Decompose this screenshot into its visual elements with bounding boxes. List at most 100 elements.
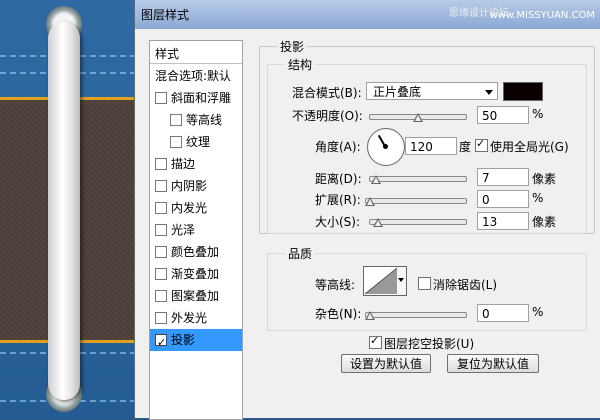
sidebar-item-label: 渐变叠加 xyxy=(171,267,220,281)
sidebar-item-checkbox[interactable] xyxy=(155,246,167,258)
blend-mode-select[interactable]: 正片叠底 xyxy=(366,82,498,100)
sidebar-item-label: 斜面和浮雕 xyxy=(171,91,232,105)
sidebar-item[interactable]: 纹理 xyxy=(150,131,242,153)
sidebar-item-checkbox[interactable] xyxy=(155,92,167,104)
distance-slider-thumb[interactable] xyxy=(371,175,381,184)
distance-label: 距离(D): xyxy=(315,172,362,186)
size-unit: 像素 xyxy=(532,215,557,229)
sidebar-item[interactable]: 颜色叠加 xyxy=(150,241,242,263)
global-light-checkbox[interactable]: ✓ xyxy=(475,137,488,152)
sidebar-item[interactable]: ✓ 投影 xyxy=(150,329,242,351)
sidebar-header-label: 样式 xyxy=(155,47,180,61)
blend-mode-label: 混合模式(B): xyxy=(292,86,362,100)
angle-dial[interactable] xyxy=(367,128,405,166)
contour-curve-icon xyxy=(364,267,398,295)
sidebar-item-label: 内阴影 xyxy=(171,179,208,193)
sidebar-item-checkbox[interactable] xyxy=(155,290,167,302)
contour-picker[interactable] xyxy=(363,266,399,296)
sidebar-item[interactable]: 内阴影 xyxy=(150,175,242,197)
contour-dropdown-button[interactable] xyxy=(397,266,407,296)
spread-input[interactable]: 0 xyxy=(477,190,529,208)
sidebar-item-label: 图案叠加 xyxy=(171,289,220,303)
sidebar-item-label: 纹理 xyxy=(186,135,211,149)
reset-default-button[interactable]: 复位为默认值 xyxy=(447,354,539,373)
size-slider-thumb[interactable] xyxy=(373,218,383,227)
sidebar-item-checkbox[interactable] xyxy=(155,158,167,170)
sidebar-item[interactable]: 内发光 xyxy=(150,197,242,219)
sidebar-item-label: 颜色叠加 xyxy=(171,245,220,259)
sidebar-item[interactable]: 等高线 xyxy=(150,109,242,131)
opacity-input[interactable]: 50 xyxy=(477,106,529,124)
make-default-button[interactable]: 设置为默认值 xyxy=(341,354,431,373)
layer-style-dialog: 图层样式 思缘设计论坛 www.MISSYUAN.COM 样式 混合选项:默认斜… xyxy=(134,0,600,420)
sidebar-item-checkbox[interactable] xyxy=(155,202,167,214)
antialias-label: 消除锯齿(L) xyxy=(433,278,498,292)
slider-track xyxy=(365,312,467,318)
quality-title: 品质 xyxy=(285,245,316,262)
canvas-artwork xyxy=(0,0,136,418)
sidebar-item-label: 光泽 xyxy=(171,223,196,237)
slider-track xyxy=(365,198,467,204)
structure-title: 结构 xyxy=(285,56,316,73)
angle-input[interactable]: 120 xyxy=(405,137,457,155)
knockout-checkbox[interactable]: ✓ xyxy=(369,334,382,349)
opacity-slider-thumb[interactable] xyxy=(413,113,423,122)
noise-slider[interactable] xyxy=(365,309,467,321)
sidebar-item-checkbox[interactable] xyxy=(155,180,167,192)
noise-input[interactable]: 0 xyxy=(477,304,529,322)
distance-slider[interactable] xyxy=(369,173,467,185)
shadow-color-swatch[interactable] xyxy=(503,82,543,101)
sidebar-item[interactable]: 光泽 xyxy=(150,219,242,241)
knockout-label: 图层挖空投影(U) xyxy=(384,337,475,351)
angle-label: 角度(A): xyxy=(315,140,361,154)
sidebar-item-label: 投影 xyxy=(171,333,196,347)
spread-slider-thumb[interactable] xyxy=(365,197,375,206)
angle-unit: 度 xyxy=(459,140,472,154)
spread-slider[interactable] xyxy=(365,195,467,207)
size-slider[interactable] xyxy=(369,216,467,228)
noise-label: 杂色(N): xyxy=(315,307,362,321)
sidebar-item-label: 混合选项:默认 xyxy=(155,69,232,83)
chevron-down-icon xyxy=(398,278,404,282)
sidebar-item-label: 等高线 xyxy=(186,113,223,127)
global-light-label: 使用全局光(G) xyxy=(490,140,569,154)
sidebar-item-checkbox[interactable] xyxy=(155,312,167,324)
sidebar-item[interactable]: 渐变叠加 xyxy=(150,263,242,285)
sidebar-item[interactable]: 斜面和浮雕 xyxy=(150,87,242,109)
spread-label: 扩展(R): xyxy=(315,193,361,207)
sidebar-item-checkbox[interactable]: ✓ xyxy=(155,334,167,349)
opacity-unit: % xyxy=(532,107,544,121)
distance-input[interactable]: 7 xyxy=(477,168,529,186)
sidebar-item-label: 描边 xyxy=(171,157,196,171)
chevron-down-icon xyxy=(485,90,493,95)
sidebar-item-label: 外发光 xyxy=(171,311,208,325)
sidebar-item[interactable]: 图案叠加 xyxy=(150,285,242,307)
noise-unit: % xyxy=(532,305,544,319)
styles-sidebar: 样式 混合选项:默认斜面和浮雕等高线纹理描边内阴影内发光光泽颜色叠加渐变叠加图案… xyxy=(149,40,243,420)
sidebar-item-checkbox[interactable] xyxy=(170,114,182,126)
sidebar-item-checkbox[interactable] xyxy=(170,136,182,148)
sidebar-item-checkbox[interactable] xyxy=(155,224,167,236)
sidebar-header[interactable]: 样式 xyxy=(150,43,242,65)
size-label: 大小(S): xyxy=(315,215,361,229)
spread-unit: % xyxy=(532,191,544,205)
sidebar-item[interactable]: 描边 xyxy=(150,153,242,175)
sidebar-item-label: 内发光 xyxy=(171,201,208,215)
white-strap xyxy=(48,22,80,400)
checkmark-icon: ✓ xyxy=(157,336,167,349)
noise-slider-thumb[interactable] xyxy=(365,311,375,320)
antialias-checkbox[interactable] xyxy=(418,277,431,290)
title-bar[interactable]: 图层样式 思缘设计论坛 www.MISSYUAN.COM xyxy=(135,0,600,29)
sidebar-item-checkbox[interactable] xyxy=(155,268,167,280)
size-input[interactable]: 13 xyxy=(477,212,529,230)
opacity-slider[interactable] xyxy=(369,111,467,123)
contour-label: 等高线: xyxy=(315,278,356,292)
slider-track xyxy=(369,219,467,225)
dial-needle xyxy=(377,135,386,148)
sidebar-item[interactable]: 混合选项:默认 xyxy=(150,65,242,87)
checkmark-icon: ✓ xyxy=(476,137,486,150)
watermark-url: www.MISSYUAN.COM xyxy=(489,10,595,21)
sidebar-item[interactable]: 外发光 xyxy=(150,307,242,329)
divider xyxy=(150,63,242,64)
distance-unit: 像素 xyxy=(532,172,557,186)
